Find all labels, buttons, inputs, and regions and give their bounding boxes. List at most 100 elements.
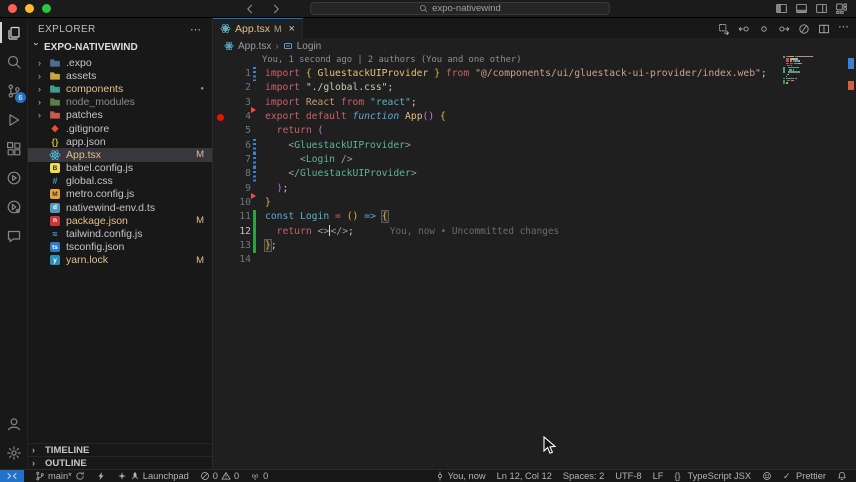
section-timeline[interactable]: › TIMELINE: [28, 443, 212, 456]
status-notifications[interactable]: [837, 470, 847, 482]
section-outline[interactable]: › OUTLINE: [28, 456, 212, 469]
code-line-4[interactable]: 4 export default function App() {: [213, 110, 856, 124]
close-icon[interactable]: ×: [289, 23, 295, 35]
activity-item-circle-play-tool[interactable]: [0, 163, 28, 192]
breakpoint-gutter[interactable]: [213, 210, 227, 224]
breakpoint-gutter[interactable]: [213, 96, 227, 110]
status-problems[interactable]: 00: [200, 470, 239, 482]
code-line-11[interactable]: 11 const Login = () => {: [213, 210, 856, 225]
code-line-3[interactable]: 3 import React from "react";: [213, 96, 856, 114]
status-formatter[interactable]: ✓ Prettier: [783, 470, 826, 482]
minimap[interactable]: [783, 56, 812, 87]
breakpoint-gutter[interactable]: [213, 81, 227, 95]
breakpoint-gutter[interactable]: [213, 153, 227, 167]
previous-change-icon[interactable]: [738, 22, 750, 34]
code-line-7[interactable]: 7 <Login />: [213, 153, 856, 168]
project-root-row[interactable]: › EXPO-NATIVEWIND: [28, 40, 212, 54]
code-line-9[interactable]: 9 );: [213, 182, 856, 200]
breakpoint-gutter[interactable]: [213, 167, 227, 181]
breakpoint-gutter[interactable]: [213, 239, 227, 253]
breadcrumb-file[interactable]: App.tsx: [238, 41, 271, 52]
activity-item-accounts[interactable]: [0, 409, 28, 438]
back-icon[interactable]: [244, 3, 256, 15]
toggle-panel-icon[interactable]: [795, 2, 808, 15]
tree-file-tsconfig-json[interactable]: ts tsconfig.json: [28, 241, 212, 254]
status-git-branch[interactable]: main*: [35, 470, 85, 482]
toggle-sidebar-icon[interactable]: [775, 2, 788, 15]
tree-file-tailwind-config-js[interactable]: ≈ tailwind.config.js: [28, 227, 212, 240]
breakpoint-gutter[interactable]: [213, 67, 227, 81]
status-encoding[interactable]: UTF-8: [615, 470, 641, 482]
tree-file-global-css[interactable]: # global.css: [28, 175, 212, 188]
code-line-2[interactable]: 2 import "./global.css";: [213, 81, 856, 95]
breakpoint-gutter[interactable]: [213, 225, 227, 239]
split-editor-icon[interactable]: [818, 22, 830, 34]
toggle-secondary-sidebar-icon[interactable]: [815, 2, 828, 15]
tab-app-tsx[interactable]: App.tsx M ×: [213, 18, 303, 38]
activity-item-search[interactable]: [0, 47, 28, 76]
breakpoint-gutter[interactable]: [213, 139, 227, 153]
status-ports[interactable]: 0: [250, 470, 268, 482]
tree-file-yarn-lock[interactable]: y yarn.lock M: [28, 254, 212, 267]
tree-folder-assets[interactable]: › assets: [28, 69, 212, 82]
status-eol[interactable]: LF: [653, 470, 664, 482]
tree-folder-node-modules[interactable]: › node_modules: [28, 96, 212, 109]
zoom-window-button[interactable]: [42, 4, 51, 13]
status-gitlens-bolt[interactable]: [96, 470, 106, 482]
close-window-button[interactable]: [8, 4, 17, 13]
tree-file-babel-config-js[interactable]: Bbabel.config.js: [28, 162, 212, 175]
activity-item-settings[interactable]: [0, 438, 28, 467]
command-center-search[interactable]: expo-nativewind: [310, 2, 610, 15]
code-area[interactable]: You, 1 second ago | 2 authors (You and o…: [213, 54, 856, 469]
breadcrumb-symbol[interactable]: Login: [297, 41, 321, 52]
forward-icon[interactable]: [270, 3, 282, 15]
code-line-13[interactable]: 13};: [213, 239, 856, 254]
minimap-line: [783, 77, 812, 80]
status-language-mode[interactable]: {} TypeScript JSX: [674, 470, 751, 482]
activity-item-chat-tool[interactable]: [0, 221, 28, 250]
tree-file-app-json[interactable]: {} app.json: [28, 135, 212, 148]
status-indentation[interactable]: Spaces: 2: [563, 470, 604, 482]
more-actions-icon[interactable]: ⋯: [838, 22, 850, 34]
breakpoint-gutter[interactable]: [213, 196, 227, 210]
code-line-5[interactable]: 5 return (: [213, 124, 856, 138]
tree-folder--expo[interactable]: › .expo: [28, 56, 212, 69]
breakpoint-gutter[interactable]: [213, 253, 227, 267]
status-feedback-smiley[interactable]: [762, 470, 772, 482]
activity-item-circle-run-tool[interactable]: [0, 192, 28, 221]
tree-file-nativewind-env-d-ts[interactable]: d nativewind-env.d.ts: [28, 201, 212, 214]
status-remote-indicator[interactable]: [0, 469, 24, 482]
activity-item-extensions[interactable]: [0, 134, 28, 163]
tree-folder-patches[interactable]: › patches: [28, 109, 212, 122]
next-change-icon[interactable]: [778, 22, 790, 34]
codelens-annotation[interactable]: You, 1 second ago | 2 authors (You and o…: [213, 54, 856, 67]
gitlens-annotate-icon[interactable]: [798, 22, 810, 34]
traffic-lights[interactable]: [8, 4, 51, 13]
code-line-8[interactable]: 8 </GluestackUIProvider>: [213, 167, 856, 182]
breakpoint-gutter[interactable]: [213, 110, 227, 124]
breakpoint-gutter[interactable]: [213, 124, 227, 138]
status-blame-status[interactable]: You, now: [435, 470, 486, 482]
tree-folder-components[interactable]: › components ●: [28, 82, 212, 95]
tree-file-package-json[interactable]: n package.json M: [28, 214, 212, 227]
status-cursor-position[interactable]: Ln 12, Col 12: [497, 470, 552, 482]
code-line-6[interactable]: 6 <GluestackUIProvider>: [213, 138, 856, 154]
braces-icon: {}: [674, 471, 681, 481]
minimize-window-button[interactable]: [25, 4, 34, 13]
code-line-14[interactable]: 14: [213, 253, 856, 267]
compare-change-icon[interactable]: [758, 22, 770, 34]
breakpoint-gutter[interactable]: [213, 182, 227, 196]
more-actions-icon[interactable]: ⋯: [190, 23, 202, 36]
tree-file-app-tsx[interactable]: App.tsx M: [28, 148, 212, 162]
open-changes-icon[interactable]: [718, 22, 730, 36]
status-gitlens-launchpad[interactable]: Launchpad: [117, 470, 189, 482]
code-line-12[interactable]: 12 return <></>; You, now • Uncommitted c…: [213, 224, 856, 240]
customize-layout-icon[interactable]: [835, 2, 848, 15]
tree-file-metro-config-js[interactable]: Mmetro.config.js: [28, 188, 212, 201]
code-line-10[interactable]: 10}: [213, 196, 856, 210]
activity-item-run-debug[interactable]: [0, 105, 28, 134]
tree-file--gitignore[interactable]: ◆ .gitignore: [28, 122, 212, 135]
activity-item-explorer[interactable]: [0, 18, 28, 47]
activity-item-source-control[interactable]: 6: [0, 76, 28, 105]
code-line-1[interactable]: 1 import { GluestackUIProvider } from "@/…: [213, 67, 856, 82]
